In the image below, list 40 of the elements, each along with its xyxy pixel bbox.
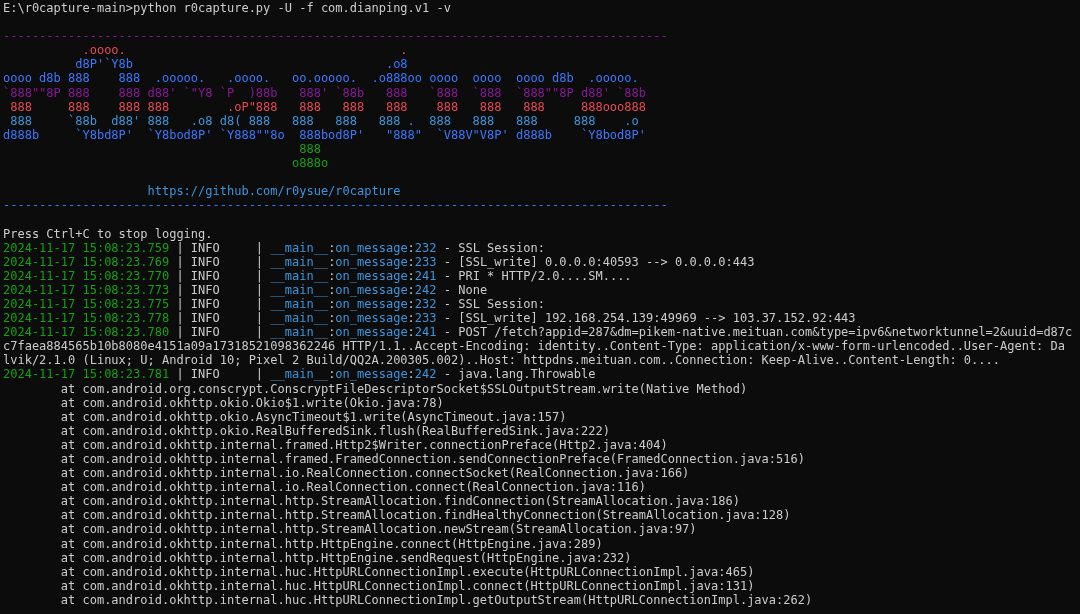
log-line: at com.android.okhttp.internal.http.HttpEngine.connect(HttpEngine.java:289) bbox=[59, 536, 603, 551]
log-line: at com.android.okhttp.internal.io.RealConnection.connect(RealConnection.java:116) bbox=[59, 480, 646, 495]
ascii-art-line: oooo d8b 888 888 .ooooo. .oooo. oo.ooooo. .o888oo oooo oooo oooo d8b .ooooo. bbox=[3, 71, 639, 86]
command-line: E:\r0capture-main>python r0capture.py -U -f com.dianping.v1 -v bbox=[3, 1, 451, 16]
log-line: at com.android.okhttp.internal.framed.FramedConnection.sendConnectionPreface(FramedConnection.java:516) bbox=[59, 452, 805, 467]
log-line: 2024-11-17 15:08:23.781 | INFO | __main__:on_message:242 - java.lang.Throwable bbox=[3, 367, 596, 382]
log-line: 2024-11-17 15:08:23.773 | INFO | __main__:on_message:242 - None bbox=[3, 282, 488, 297]
notice-text: Press Ctrl+C to stop logging. bbox=[3, 226, 213, 241]
log-line: at com.android.okhttp.internal.io.RealConnection.connectSocket(RealConnection.java:166) bbox=[59, 466, 690, 481]
log-line: 2024-11-17 15:08:23.778 | INFO | __main__:on_message:233 - [SSL_write] 192.168.254.139:49969 --> 103.37.152.92:443 bbox=[3, 311, 856, 326]
log-line: at com.android.okhttp.okio.Okio$1.write(Okio.java:78) bbox=[59, 395, 444, 410]
ascii-art-line: 888 888 888 888 .oP"888 888 888 888 888 888 888 888ooo888 bbox=[9, 99, 646, 114]
log-line: 2024-11-17 15:08:23.759 | INFO | __main__:on_message:232 - SSL Session: bbox=[3, 240, 545, 255]
log-line: lvik/2.1.0 (Linux; U; Android 10; Pixel 2 Build/QQ2A.200305.002)..Host: httpdns.meituan.com..Connection: Keep-Alive..Content-Length: 0.... bbox=[3, 353, 1000, 368]
log-line: at com.android.org.conscrypt.ConscryptFileDescriptorSocket$SSLOutputStream.write(Native Method) bbox=[59, 381, 748, 396]
log-line: 2024-11-17 15:08:23.780 | INFO | __main__:on_message:241 - POST /fetch?appid=287&dm=pikem-native.meituan.com&type=ipv6&networktunnel=2&uuid=d87c bbox=[3, 325, 1073, 340]
ascii-art-line: `888""8P 888 888 d88' `"Y8 `P )88b 888' `88b 888 `888 `888 `888""8P d88' `88b bbox=[3, 85, 646, 100]
ascii-art-line: .oooo. . bbox=[82, 43, 408, 58]
log-line: at com.android.okhttp.internal.huc.HttpURLConnectionImpl.execute(HttpURLConnectionImpl.java:465) bbox=[59, 564, 755, 579]
log-line: at com.android.okhttp.internal.http.StreamAllocation.findConnection(StreamAllocation.java:186) bbox=[59, 494, 740, 509]
ascii-art-line: o888o bbox=[291, 156, 329, 171]
ascii-art-line: 888 bbox=[298, 141, 321, 157]
banner-rule: -------------------------------------------------------------------------------------------- bbox=[3, 198, 668, 213]
log-line: 2024-11-17 15:08:23.770 | INFO | __main__:on_message:241 - PRI * HTTP/2.0....SM.... bbox=[3, 268, 632, 283]
log-line: at com.android.okhttp.internal.http.HttpEngine.sendRequest(HttpEngine.java:232) bbox=[59, 550, 632, 565]
ascii-art-line: 888 `88b d88' 888 .o8 d8( 888 888 888 888 . 888 888 888 888 .o bbox=[9, 113, 639, 128]
log-line: 2024-11-17 15:08:23.775 | INFO | __main__:on_message:232 - SSL Session: bbox=[3, 296, 545, 312]
log-line: c7faea884565b10b8080e4151a09a17318521098362246 HTTP/1.1..Accept-Encoding: identity..Content-Type: application/x-www-form-urlencoded..User-Agent: Da bbox=[3, 339, 1066, 354]
log-line: at com.android.okhttp.internal.huc.HttpURLConnectionImpl.connect(HttpURLConnectionImpl.java:131) bbox=[59, 578, 755, 593]
log-line: at com.android.okhttp.internal.huc.HttpURLConnectionImpl.getOutputStream(HttpURLConnectionImpl.java:262) bbox=[59, 592, 813, 608]
log-line: at com.android.okhttp.internal.http.StreamAllocation.newStream(StreamAllocation.java:97) bbox=[59, 522, 697, 537]
banner-rule: -------------------------------------------------------------------------------------------- bbox=[3, 29, 668, 44]
log-line: at com.android.okhttp.okio.AsyncTimeout$1.write(AsyncTimeout.java:157) bbox=[59, 409, 567, 424]
log-line: 2024-11-17 15:08:23.769 | INFO | __main__:on_message:233 - [SSL_write] 0.0.0.0:40593 --> 0.0.0.0:443 bbox=[3, 254, 755, 269]
repository-link[interactable]: https://github.com/r0ysue/r0capture bbox=[3, 184, 401, 199]
ascii-art-line: d8P'`Y8b .o8 bbox=[74, 57, 408, 72]
log-line: at com.android.okhttp.internal.framed.Http2$Writer.connectionPreface(Http2.java:404) bbox=[59, 437, 668, 452]
ascii-art-line: d888b `Y8bd8P' `Y8bod8P' `Y888""8o 888bod8P' "888" `V88V"V8P' d888b `Y8bod8P' bbox=[3, 127, 646, 142]
log-line: at com.android.okhttp.internal.http.StreamAllocation.findHealthyConnection(StreamAllocation.java:128) bbox=[59, 508, 791, 523]
log-line: at com.android.okhttp.okio.RealBufferedSink.flush(RealBufferedSink.java:222) bbox=[59, 423, 610, 438]
